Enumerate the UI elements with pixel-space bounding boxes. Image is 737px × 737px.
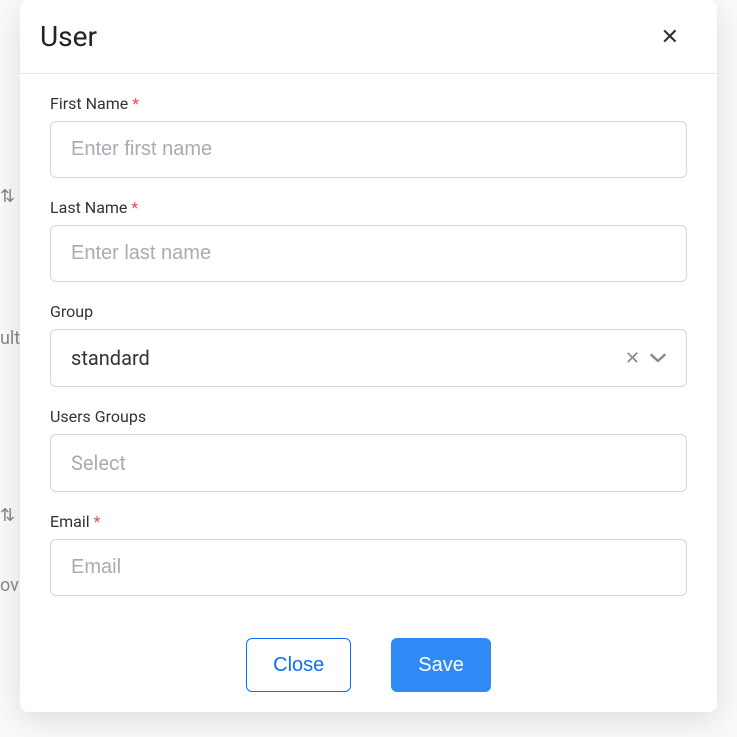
- user-modal: User ✕ First Name * Last Name * Group st…: [20, 0, 717, 712]
- first-name-group: First Name *: [50, 94, 687, 178]
- save-button[interactable]: Save: [391, 638, 491, 692]
- required-mark: *: [94, 512, 101, 531]
- email-label: Email *: [50, 512, 687, 531]
- users-groups-label: Users Groups: [50, 407, 687, 426]
- first-name-label: First Name *: [50, 94, 687, 113]
- chevron-down-icon[interactable]: [650, 350, 666, 366]
- required-mark: *: [132, 94, 139, 113]
- modal-body: First Name * Last Name * Group standard …: [20, 74, 717, 626]
- email-input[interactable]: [50, 539, 687, 596]
- modal-header: User ✕: [20, 0, 717, 74]
- group-selected-value: standard: [71, 346, 625, 370]
- close-button[interactable]: Close: [246, 638, 351, 692]
- close-icon[interactable]: ✕: [653, 22, 687, 52]
- last-name-label: Last Name *: [50, 198, 687, 217]
- last-name-group: Last Name *: [50, 198, 687, 282]
- users-groups-placeholder: Select: [71, 451, 666, 475]
- group-select[interactable]: standard ✕: [50, 329, 687, 387]
- label-text: Users Groups: [50, 407, 146, 426]
- users-groups-select[interactable]: Select: [50, 434, 687, 492]
- label-text: Email: [50, 512, 90, 531]
- label-text: Group: [50, 302, 93, 321]
- clear-icon[interactable]: ✕: [625, 349, 640, 367]
- first-name-input[interactable]: [50, 121, 687, 178]
- users-groups-field: Users Groups Select: [50, 407, 687, 492]
- label-text: Last Name: [50, 198, 127, 217]
- group-field: Group standard ✕: [50, 302, 687, 387]
- email-group: Email *: [50, 512, 687, 596]
- select-icons: ✕: [625, 349, 666, 367]
- label-text: First Name: [50, 94, 128, 113]
- modal-title: User: [40, 20, 97, 53]
- required-mark: *: [131, 198, 138, 217]
- group-label: Group: [50, 302, 687, 321]
- last-name-input[interactable]: [50, 225, 687, 282]
- modal-footer: Close Save: [20, 626, 717, 712]
